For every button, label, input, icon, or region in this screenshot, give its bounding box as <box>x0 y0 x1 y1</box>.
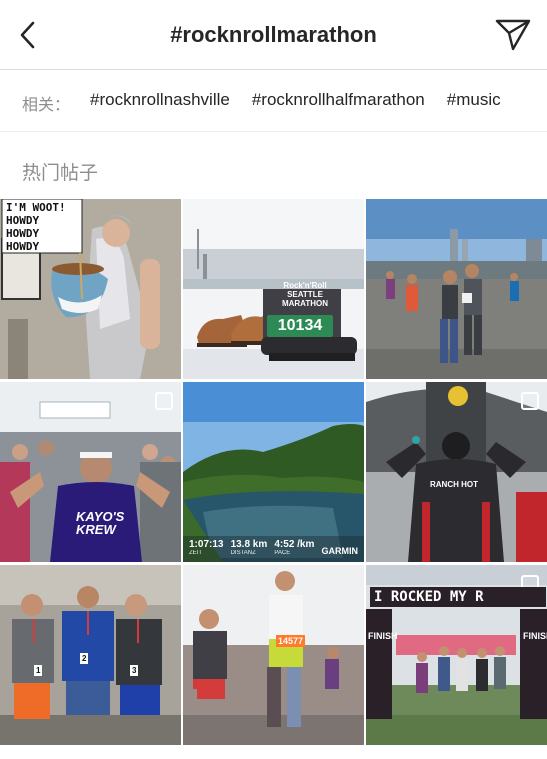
stat-label: PACE <box>274 550 291 556</box>
post-photo <box>366 199 547 379</box>
finish-sign-left: FINISH <box>368 631 398 641</box>
medal-logo-text: Rock'n'Roll SEATTLE MARATHON <box>281 281 329 308</box>
bib-number: 1 <box>34 665 43 676</box>
post-thumbnail[interactable]: KAYO'S KREW <box>0 382 181 562</box>
stat-value: 4:52 /km <box>274 539 315 550</box>
jacket-text: RANCH HOT <box>430 480 478 489</box>
top-posts-grid: I'M WOOT! HOWDY HOWDY HOWDY Rock'n'Roll … <box>0 199 547 747</box>
page-title: #rocknrollmarathon <box>170 22 377 47</box>
related-tag[interactable]: #music <box>447 90 501 110</box>
stat-distance: 13.8 km DISTANZ <box>231 539 268 556</box>
multiple-photos-icon <box>521 392 539 410</box>
top-bar: #rocknrollmarathon <box>0 0 547 70</box>
related-label: 相关： <box>22 95 71 114</box>
bib-number: 2 <box>80 653 89 664</box>
bib-number: 3 <box>130 665 139 676</box>
post-thumbnail[interactable]: 1:07:13 ZEIT 13.8 km DISTANZ 4:52 /km PA… <box>183 382 364 562</box>
bib-number: 10134 <box>267 315 333 337</box>
sign-line: HOWDY <box>6 227 40 240</box>
post-photo <box>183 199 364 379</box>
post-thumbnail[interactable]: RANCH HOT <box>366 382 547 562</box>
finish-sign-right: FINISH <box>523 631 547 641</box>
sign-text: I'M WOOT! HOWDY HOWDY HOWDY <box>6 201 82 253</box>
related-tag[interactable]: #rocknrollhalfmarathon <box>252 90 425 110</box>
post-photo <box>0 565 181 745</box>
paper-plane-icon <box>495 19 531 51</box>
stat-value: 1:07:13 <box>189 539 224 550</box>
bib-number: 14577 <box>276 635 306 647</box>
workout-stats: 1:07:13 ZEIT 13.8 km DISTANZ 4:52 /km PA… <box>189 539 358 556</box>
finish-banner-text: I ROCKED MY R <box>370 587 546 607</box>
post-thumbnail[interactable]: Rock'n'Roll SEATTLE MARATHON 10134 <box>183 199 364 379</box>
stat-time: 1:07:13 ZEIT <box>189 539 223 556</box>
related-hashtags-bar: 相关： #rocknrollnashville #rocknrollhalfma… <box>0 70 547 132</box>
post-thumbnail[interactable]: 14577 <box>183 565 364 745</box>
post-thumbnail[interactable]: I ROCKED MY R FINISH FINISH <box>366 565 547 745</box>
stat-pace: 4:52 /km PACE <box>274 539 314 556</box>
post-thumbnail[interactable]: 1 2 3 <box>0 565 181 745</box>
related-tag[interactable]: #rocknrollnashville <box>90 90 230 110</box>
post-photo <box>183 565 364 745</box>
share-button[interactable] <box>493 15 533 55</box>
post-photo <box>366 382 547 562</box>
post-thumbnail[interactable]: I'M WOOT! HOWDY HOWDY HOWDY <box>0 199 181 379</box>
multiple-photos-icon <box>155 392 173 410</box>
post-photo <box>183 382 364 562</box>
sign-line: HOWDY <box>6 214 40 227</box>
related-tags-list: #rocknrollnashville #rocknrollhalfmarath… <box>90 90 501 110</box>
stat-value: 13.8 km <box>230 539 268 550</box>
top-posts-title: 热门帖子 <box>22 162 99 184</box>
shirt-text: KAYO'S KREW <box>76 509 125 537</box>
post-thumbnail[interactable] <box>366 199 547 379</box>
stat-label: DISTANZ <box>230 550 256 556</box>
brand-logo: GARMIN <box>321 546 358 556</box>
sign-line: I'M WOOT! <box>6 201 66 214</box>
stat-label: ZEIT <box>189 550 202 556</box>
sign-line: HOWDY <box>6 240 40 253</box>
